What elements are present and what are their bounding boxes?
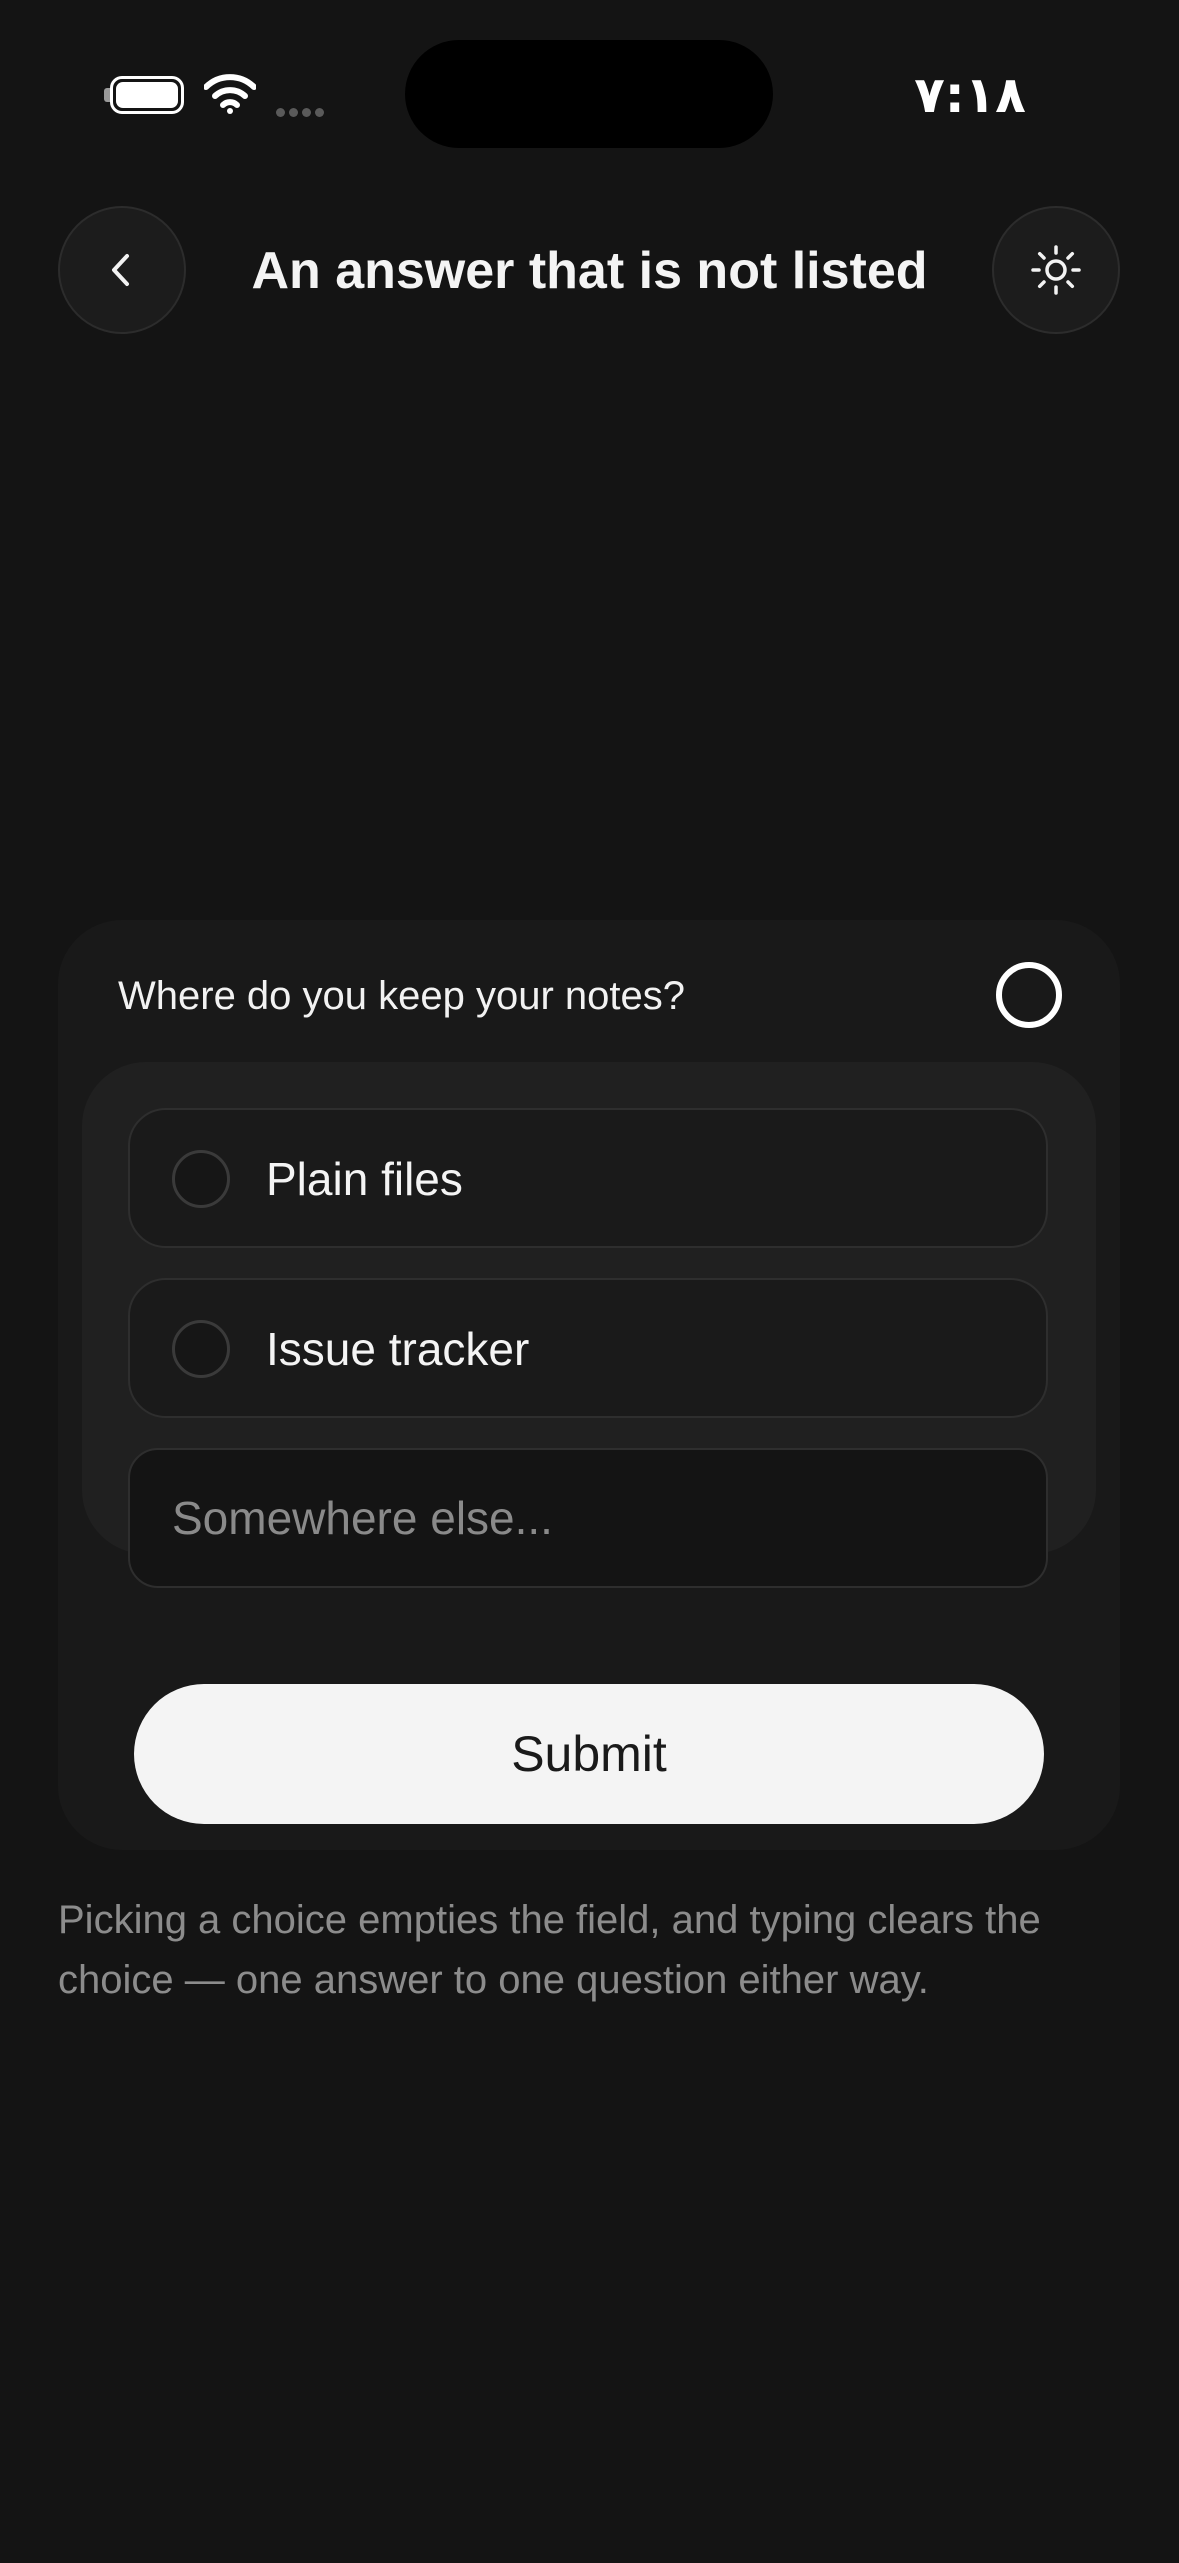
radio-button[interactable]	[172, 1320, 230, 1378]
status-bar: ٧:١٨	[0, 0, 1179, 190]
wifi-icon	[204, 74, 256, 114]
back-button[interactable]	[58, 206, 186, 334]
signal-icon	[276, 104, 336, 117]
screen: ٧:١٨ An answer that is not listed Where …	[0, 0, 1179, 2563]
option-plain-files[interactable]: Plain files	[128, 1108, 1048, 1248]
option-label: Issue tracker	[266, 1323, 530, 1375]
theme-toggle-button[interactable]	[992, 206, 1120, 334]
option-label: Plain files	[266, 1153, 463, 1205]
option-issue-tracker[interactable]: Issue tracker	[128, 1278, 1048, 1418]
sun-icon	[1031, 245, 1081, 295]
submit-button[interactable]: Submit	[134, 1684, 1044, 1824]
question-card: Where do you keep your notes? Plain file…	[58, 920, 1120, 1850]
question-status-indicator	[996, 962, 1062, 1028]
page-title: An answer that is not listed	[251, 242, 928, 300]
dynamic-island	[405, 40, 773, 148]
helper-text: Picking a choice empties the field, and …	[58, 1898, 1041, 2002]
battery-icon	[104, 76, 184, 114]
chevron-left-icon	[112, 254, 129, 286]
radio-button[interactable]	[172, 1150, 230, 1208]
question-text: Where do you keep your notes?	[118, 974, 686, 1018]
status-time: ٧:١٨	[914, 66, 1026, 124]
options-panel: Plain files Issue tracker	[82, 1062, 1096, 1588]
other-answer-input[interactable]	[128, 1448, 1048, 1588]
